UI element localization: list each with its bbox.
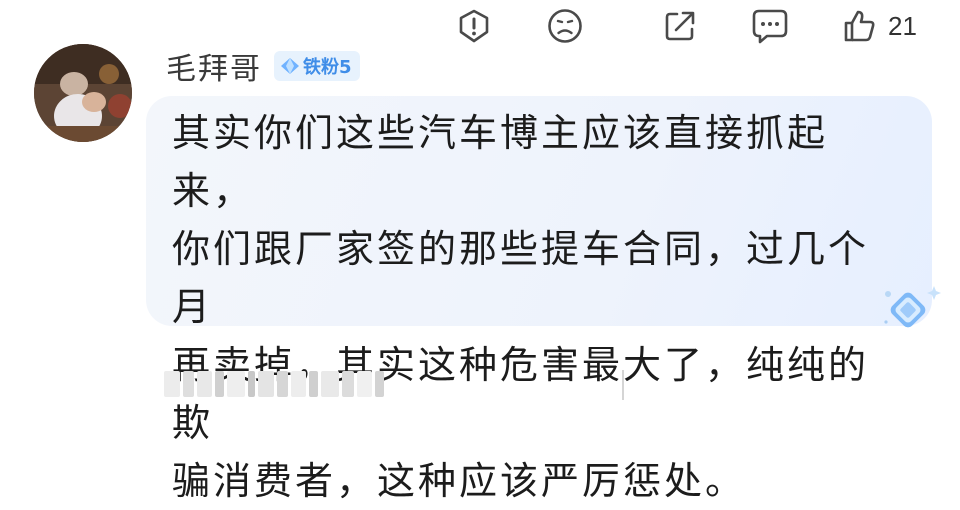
comment-header: 毛拜哥 铁粉5	[166, 44, 360, 88]
like-count: 21	[888, 10, 917, 41]
share-icon	[665, 11, 695, 41]
gem-decoration-icon	[878, 280, 942, 332]
report-icon	[459, 9, 489, 43]
avatar-photo-icon	[34, 44, 132, 142]
reply-button[interactable]	[750, 6, 790, 46]
blurred-text-bar	[164, 364, 384, 404]
comment-text: 其实你们这些汽车博主应该直接抓起来， 你们跟厂家签的那些提车合同，过几个月 再卖…	[172, 111, 870, 503]
action-divider	[622, 370, 624, 400]
share-button[interactable]	[662, 6, 698, 46]
diamond-icon	[280, 57, 300, 75]
dislike-button[interactable]	[546, 6, 584, 46]
username[interactable]: 毛拜哥	[166, 44, 262, 88]
fan-badge-label: 铁粉5	[303, 57, 352, 78]
reply-comment-icon	[752, 9, 788, 44]
dislike-face-icon	[548, 9, 582, 43]
user-avatar[interactable]	[34, 44, 132, 142]
like-button[interactable]: 21	[842, 6, 917, 46]
report-button[interactable]	[456, 6, 492, 46]
like-thumb-icon	[844, 10, 875, 42]
fan-level-badge[interactable]: 铁粉5	[274, 51, 360, 81]
